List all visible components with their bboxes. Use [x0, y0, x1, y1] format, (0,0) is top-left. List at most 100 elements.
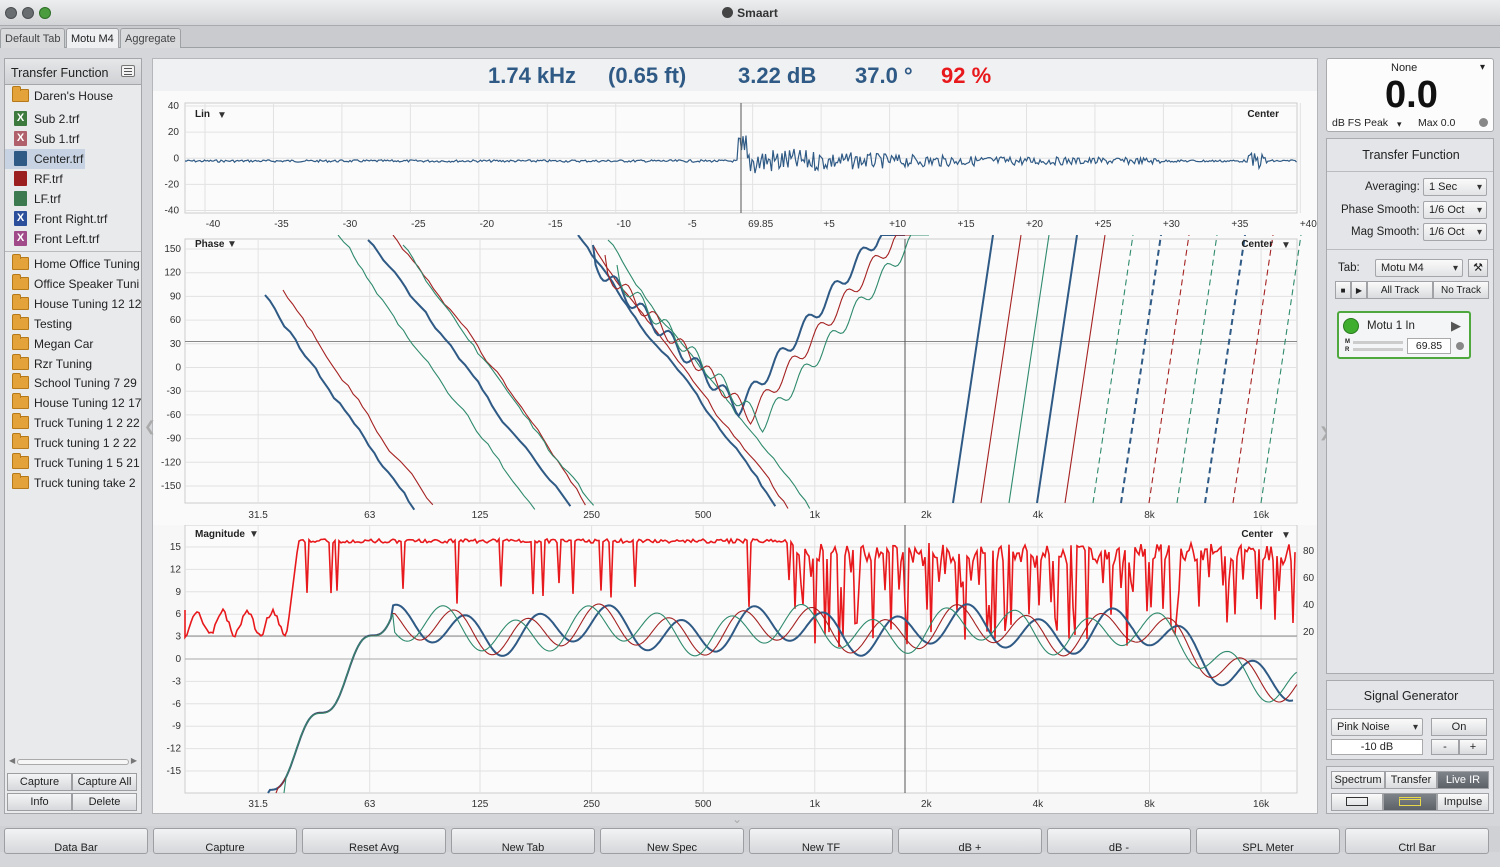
y-tick-label: 0	[175, 363, 181, 374]
scroll-right-icon[interactable]: ▶	[131, 756, 137, 765]
all-track-button[interactable]: All Track	[1367, 281, 1433, 299]
folder-item[interactable]: Truck tuning take 2	[5, 472, 141, 493]
level-down-button[interactable]: -	[1431, 739, 1459, 755]
y-tick-label: -6	[172, 699, 181, 710]
bottom-button-capture[interactable]: Capture	[153, 828, 297, 854]
delete-button[interactable]: Delete	[72, 793, 137, 811]
folder-label: House Tuning 12 17	[34, 396, 141, 411]
averaging-select[interactable]: 1 Sec	[1423, 178, 1487, 196]
file-item[interactable]: X Sub 2.trf	[5, 109, 141, 129]
phase-plot[interactable]: 150 120 90 60 30 0 -30 -60 -90 -120 -150 31.5 63 125 2…	[153, 235, 1317, 525]
folder-icon	[12, 313, 29, 330]
measurement-engine[interactable]: Motu 1 In ▶ M R 69.85	[1337, 311, 1471, 359]
bottom-button-new-spec[interactable]: New Spec	[600, 828, 744, 854]
y-tick-label: 3	[175, 632, 181, 643]
folder-item[interactable]: Home Office Tuning	[5, 254, 141, 274]
file-item[interactable]: X Sub 1.trf	[5, 129, 141, 149]
delay-lock-icon[interactable]	[1456, 342, 1464, 350]
level-up-button[interactable]: +	[1459, 739, 1487, 755]
file-item[interactable]: X Front Right.trf	[5, 209, 141, 229]
meter-m-bar	[1353, 341, 1403, 344]
folder-item[interactable]: House Tuning 12 12	[5, 293, 141, 314]
file-item[interactable]: LF.trf	[5, 189, 141, 209]
folder-item[interactable]: School Tuning 7 29	[5, 373, 141, 393]
wrench-icon[interactable]: ⚒	[1468, 259, 1488, 277]
graph-area: 1.74 kHz (0.65 ft) 3.22 dB 37.0 ° 92 % 4…	[152, 58, 1318, 814]
data-bar-title: Transfer Function	[11, 66, 109, 80]
signal-type-select[interactable]: Pink Noise	[1331, 718, 1423, 736]
impulse-response-plot[interactable]: 40 20 0 -20 -40 -40 -35 -30 -25 -20 -15 -10 -5 69.85 +…	[153, 91, 1317, 235]
folder-item[interactable]: Testing	[5, 313, 141, 334]
phase-smooth-select[interactable]: 1/6 Oct	[1423, 201, 1487, 219]
signal-level-field[interactable]: -10 dB	[1331, 739, 1423, 755]
transfer-mode-button[interactable]: Transfer	[1385, 771, 1437, 789]
file-item[interactable]: RF.trf	[5, 169, 141, 189]
scroll-left-icon[interactable]: ◀	[9, 756, 15, 765]
meter-mode[interactable]: dB FS Peak	[1332, 117, 1388, 129]
folder-item[interactable]: Office Speaker Tuni	[5, 273, 141, 294]
stop-icon[interactable]: ■	[1335, 281, 1351, 299]
folder-item[interactable]: Truck Tuning 1 2 22	[5, 413, 141, 433]
bottom-button-new-tab[interactable]: New Tab	[451, 828, 595, 854]
folder-item[interactable]: Rzr Tuning	[5, 353, 141, 374]
x-tick-label: -40	[206, 219, 221, 230]
info-button[interactable]: Info	[7, 793, 72, 811]
readout-frequency: 1.74 kHz	[488, 63, 577, 88]
y-tick-label: -12	[167, 744, 182, 755]
file-item[interactable]: X Front Left.trf	[5, 229, 141, 249]
folder-item[interactable]: Megan Car	[5, 333, 141, 354]
single-view-button[interactable]	[1331, 793, 1383, 811]
engine-status-icon[interactable]	[1343, 318, 1359, 334]
folder-item[interactable]: Daren's House	[5, 86, 141, 106]
chevron-down-icon[interactable]: ▾	[1397, 119, 1402, 130]
meter-source[interactable]: None	[1391, 62, 1417, 74]
menu-icon[interactable]	[121, 65, 135, 77]
bottom-button-db[interactable]: dB +	[898, 828, 1042, 854]
tab-default-tab[interactable]: Default Tab	[0, 28, 66, 48]
folder-item[interactable]: Truck Tuning 1 5 21	[5, 453, 141, 473]
x-tick-label: 2k	[921, 799, 933, 810]
horizontal-scrollbar[interactable]: ◀ ▶	[9, 756, 137, 766]
folder-icon	[12, 353, 29, 370]
bottom-button-ctrl-bar[interactable]: Ctrl Bar	[1345, 828, 1489, 854]
bottom-button-db[interactable]: dB -	[1047, 828, 1191, 854]
capture-all-button[interactable]: Capture All	[72, 773, 137, 791]
delay-field[interactable]: 69.85	[1407, 338, 1451, 354]
bottom-button-data-bar[interactable]: Data Bar	[4, 828, 148, 854]
control-bar: None ▾ 0.0 dB FS Peak ▾ Max 0.0 Transfer…	[1326, 58, 1494, 814]
x-tick-label: 500	[695, 799, 712, 810]
readout-degrees: 37.0 °	[855, 63, 913, 88]
live-ir-mode-button[interactable]: Live IR	[1437, 771, 1489, 789]
x-tick-label: 16k	[1253, 510, 1270, 521]
file-item[interactable]: Center.trf	[5, 149, 85, 169]
bottom-button-new-tf[interactable]: New TF	[749, 828, 893, 854]
bottom-button-spl-meter[interactable]: SPL Meter	[1196, 828, 1340, 854]
tab-select[interactable]: Motu M4	[1375, 259, 1463, 277]
folder-item[interactable]: House Tuning 12 17	[5, 393, 141, 413]
signal-on-button[interactable]: On	[1431, 718, 1487, 736]
x-tick-label: 4k	[1033, 799, 1045, 810]
spectrum-mode-button[interactable]: Spectrum	[1331, 771, 1385, 789]
reset-max-icon[interactable]	[1479, 118, 1488, 127]
tab-motu-m4[interactable]: Motu M4	[66, 28, 119, 48]
collapse-bottom-icon[interactable]: ⌄	[732, 812, 742, 826]
capture-button[interactable]: Capture	[7, 773, 72, 791]
bottom-button-reset-avg[interactable]: Reset Avg	[302, 828, 446, 854]
no-track-button[interactable]: No Track	[1433, 281, 1489, 299]
level-meter[interactable]: None ▾ 0.0 dB FS Peak ▾ Max 0.0	[1326, 58, 1494, 132]
mode-panel: Spectrum Transfer Live IR Impulse	[1326, 766, 1494, 814]
mag-smooth-select[interactable]: 1/6 Oct	[1423, 223, 1487, 241]
collapse-left-icon[interactable]: ❮	[144, 418, 156, 435]
tab-aggregate[interactable]: Aggregate	[120, 28, 181, 48]
cursor-readout: 1.74 kHz (0.65 ft) 3.22 dB 37.0 ° 92 %	[153, 59, 1317, 91]
play-icon[interactable]: ▶	[1351, 281, 1367, 299]
split-view-button[interactable]	[1383, 793, 1437, 811]
folder-item[interactable]: Truck tuning 1 2 22	[5, 433, 141, 453]
impulse-mode-button[interactable]: Impulse	[1437, 793, 1489, 811]
bottom-command-bar: Data Bar Capture Reset Avg New Tab New Spec N…	[0, 826, 1500, 854]
play-icon[interactable]: ▶	[1451, 318, 1461, 334]
scroll-track[interactable]	[17, 759, 129, 765]
chevron-down-icon[interactable]: ▾	[1480, 62, 1485, 73]
phase-smooth-label: Phase Smooth:	[1341, 204, 1420, 216]
magnitude-plot[interactable]: 15 12 9 6 3 0 -3 -6 -9 -12 -15 80 60 40 20 31.5 63 125 250…	[153, 525, 1317, 813]
